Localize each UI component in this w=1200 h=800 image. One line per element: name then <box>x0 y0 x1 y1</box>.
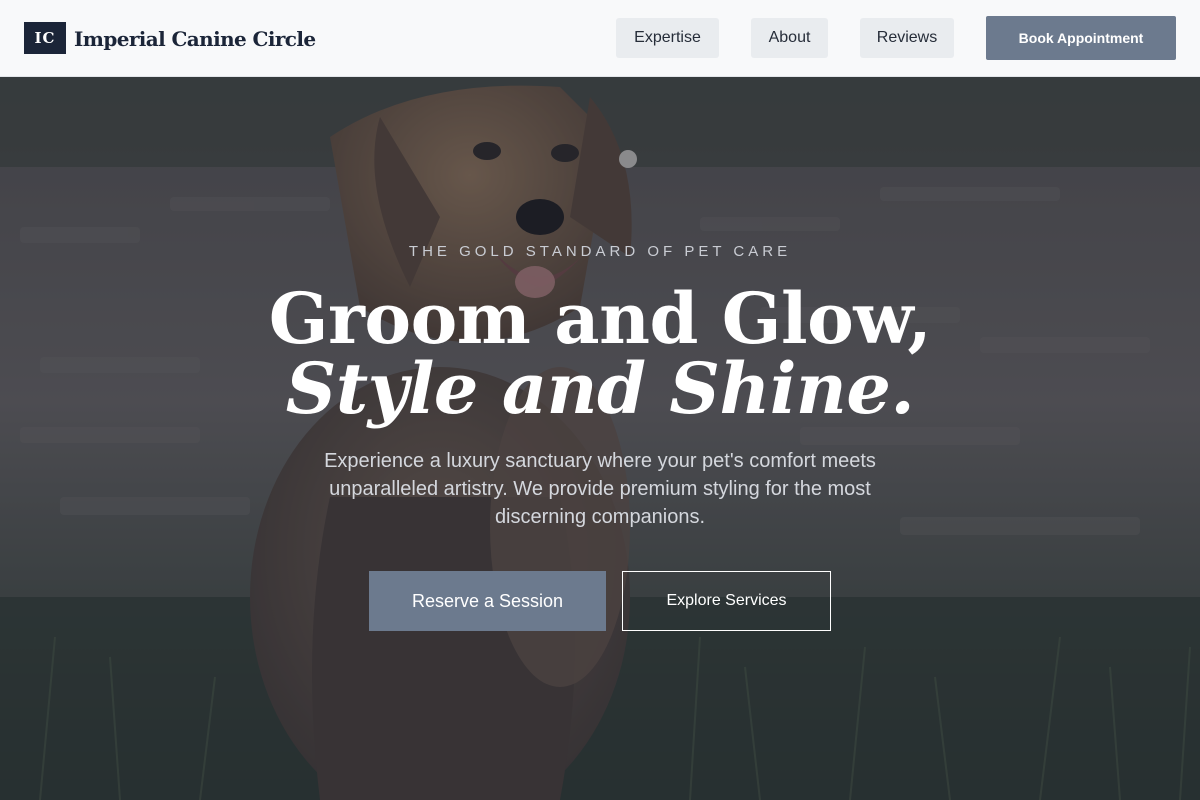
hero-overlay <box>0 77 1200 800</box>
hero-description: Experience a luxury sanctuary where your… <box>324 450 876 528</box>
nav-reviews-button[interactable]: Reviews <box>860 18 954 58</box>
reserve-session-button[interactable]: Reserve a Session <box>369 571 606 631</box>
hero-headline-line2: Style and Shine. <box>285 347 915 430</box>
brand-name[interactable]: Imperial Canine Circle <box>74 24 316 54</box>
nav-expertise-button[interactable]: Expertise <box>616 18 719 58</box>
hero-section: THE GOLD STANDARD OF PET CARE Groom and … <box>0 77 1200 800</box>
book-appointment-button[interactable]: Book Appointment <box>986 16 1176 60</box>
hero-eyebrow: THE GOLD STANDARD OF PET CARE <box>408 243 792 260</box>
site-header: IC Imperial Canine Circle Expertise Abou… <box>0 0 1200 77</box>
nav-about-button[interactable]: About <box>751 18 828 58</box>
explore-services-button[interactable]: Explore Services <box>622 571 831 631</box>
logo-mark[interactable]: IC <box>24 22 66 54</box>
